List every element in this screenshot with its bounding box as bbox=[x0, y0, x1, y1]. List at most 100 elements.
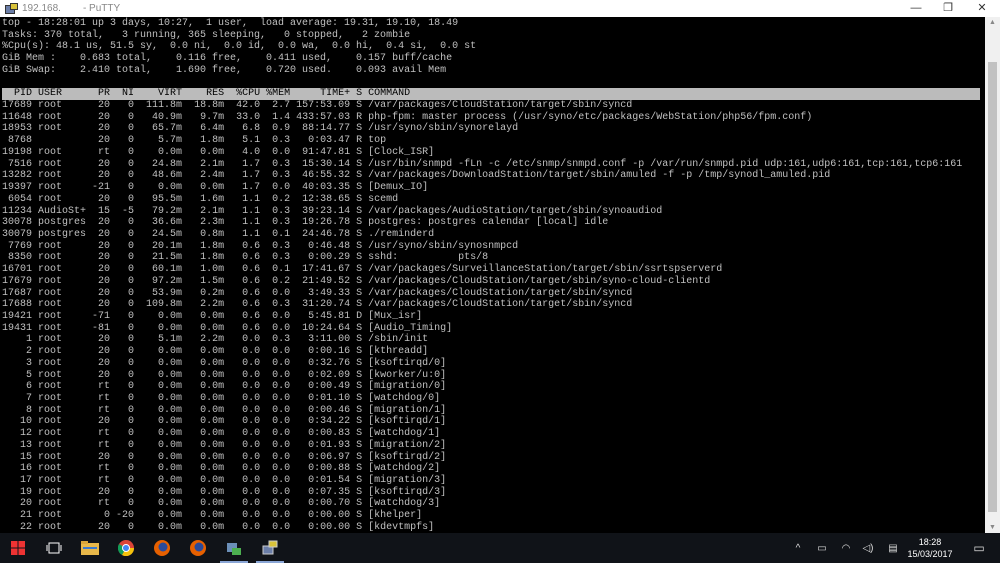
table-row[interactable]: 17687 root 20 0 53.9m 0.2m 0.6 0.0 3:49.… bbox=[2, 288, 985, 300]
table-row[interactable]: 15 root 20 0 0.0m 0.0m 0.0 0.0 0:06.97 S… bbox=[2, 452, 985, 464]
cell-ni: 0 bbox=[128, 123, 135, 135]
cell-s: S bbox=[356, 322, 363, 334]
table-row[interactable]: 6054 root 20 0 95.5m 1.6m 1.1 0.2 12:38.… bbox=[2, 194, 985, 206]
table-row[interactable]: 19431 root -81 0 0.0m 0.0m 0.6 0.0 10:24… bbox=[2, 323, 985, 335]
cell-time: 17:41.67 bbox=[302, 264, 351, 276]
table-row[interactable]: 21 root 0 -20 0.0m 0.0m 0.0 0.0 0:00.00 … bbox=[2, 510, 985, 522]
cell-user: root bbox=[38, 182, 63, 194]
table-row[interactable]: 13 root rt 0 0.0m 0.0m 0.0 0.0 0:01.93 S… bbox=[2, 440, 985, 452]
taskbar-chrome[interactable] bbox=[108, 533, 144, 563]
table-row[interactable]: 12 root rt 0 0.0m 0.0m 0.0 0.0 0:00.83 S… bbox=[2, 428, 985, 440]
cell-user: root bbox=[38, 264, 63, 276]
clock[interactable]: 18:28 15/03/2017 bbox=[905, 536, 955, 560]
table-row[interactable]: 17 root rt 0 0.0m 0.0m 0.0 0.0 0:01.54 S… bbox=[2, 475, 985, 487]
cell-virt: 21.5m bbox=[152, 252, 183, 264]
cell-virt: 0.0m bbox=[158, 451, 183, 463]
table-row[interactable]: 19 root 20 0 0.0m 0.0m 0.0 0.0 0:07.35 S… bbox=[2, 487, 985, 499]
terminal[interactable]: top - 18:28:01 up 3 days, 10:27, 1 user,… bbox=[0, 17, 985, 533]
cell-user: root bbox=[38, 100, 63, 112]
table-row[interactable]: 19397 root -21 0 0.0m 0.0m 1.7 0.0 40:03… bbox=[2, 182, 985, 194]
task-view-button[interactable] bbox=[36, 533, 72, 563]
table-row[interactable]: 5 root 20 0 0.0m 0.0m 0.0 0.0 0:02.09 S … bbox=[2, 370, 985, 382]
cell-mem: 0.3 bbox=[272, 205, 291, 217]
cell-pid: 16701 bbox=[2, 264, 33, 276]
table-row[interactable]: 8768 20 0 5.7m 1.8m 5.1 0.3 0:03.47 R to… bbox=[2, 135, 985, 147]
start-button[interactable] bbox=[0, 533, 36, 563]
taskbar-putty[interactable] bbox=[252, 533, 288, 563]
table-row[interactable]: 7516 root 20 0 24.8m 2.1m 1.7 0.3 15:30.… bbox=[2, 159, 985, 171]
cell-virt: 36.6m bbox=[152, 217, 183, 229]
close-button[interactable]: ✕ bbox=[966, 0, 998, 17]
cell-pid: 18953 bbox=[2, 123, 33, 135]
cell-command: [ksoftirqd/1] bbox=[368, 416, 447, 428]
cell-virt: 20.1m bbox=[152, 240, 183, 252]
table-row[interactable]: 8350 root 20 0 21.5m 1.8m 0.6 0.3 0:00.2… bbox=[2, 252, 985, 264]
table-row[interactable]: 7769 root 20 0 20.1m 1.8m 0.6 0.3 0:46.4… bbox=[2, 241, 985, 253]
table-row[interactable]: 11234 AudioSt+ 15 -5 79.2m 2.1m 1.1 0.3 … bbox=[2, 206, 985, 218]
table-row[interactable]: 7 root rt 0 0.0m 0.0m 0.0 0.0 0:01.10 S … bbox=[2, 393, 985, 405]
table-row[interactable]: 19198 root rt 0 0.0m 0.0m 4.0 0.0 91:47.… bbox=[2, 147, 985, 159]
table-row[interactable]: 3 root 20 0 0.0m 0.0m 0.0 0.0 0:32.76 S … bbox=[2, 358, 985, 370]
table-row[interactable]: 18953 root 20 0 65.7m 6.4m 6.8 0.9 88:14… bbox=[2, 123, 985, 135]
scrollbar-thumb[interactable] bbox=[988, 62, 997, 512]
notifications-icon[interactable]: ▭ bbox=[968, 533, 990, 563]
wifi-icon[interactable]: ◠ bbox=[838, 533, 854, 563]
tray-chevron-icon[interactable]: ^ bbox=[790, 533, 806, 563]
keyboard-icon[interactable]: ▤ bbox=[884, 533, 902, 563]
table-row[interactable]: 2 root 20 0 0.0m 0.0m 0.0 0.0 0:00.16 S … bbox=[2, 346, 985, 358]
table-row[interactable]: 13282 root 20 0 48.6m 2.4m 1.7 0.3 46:55… bbox=[2, 170, 985, 182]
cell-user: root bbox=[38, 428, 63, 440]
table-row[interactable]: 17689 root 20 0 111.8m 18.8m 42.0 2.7 15… bbox=[2, 100, 985, 112]
scroll-down-icon[interactable]: ▼ bbox=[985, 524, 1000, 531]
table-row[interactable]: 30079 postgres 20 0 24.5m 0.8m 1.1 0.1 2… bbox=[2, 229, 985, 241]
cell-cpu: 0.6 bbox=[242, 287, 261, 299]
cell-ni: -5 bbox=[122, 205, 135, 217]
table-row[interactable]: 16 root rt 0 0.0m 0.0m 0.0 0.0 0:00.88 S… bbox=[2, 463, 985, 475]
volume-icon[interactable]: ◁) bbox=[860, 533, 876, 563]
taskbar-network-tool[interactable] bbox=[216, 533, 252, 563]
taskbar-firefox[interactable] bbox=[144, 533, 180, 563]
cell-virt: 109.8m bbox=[146, 299, 183, 311]
cell-command: top bbox=[368, 135, 387, 147]
cell-pr: rt bbox=[98, 146, 111, 158]
table-row[interactable]: 20 root rt 0 0.0m 0.0m 0.0 0.0 0:00.70 S… bbox=[2, 498, 985, 510]
cell-command: [Mux_isr] bbox=[368, 310, 423, 322]
cell-pid: 11648 bbox=[2, 111, 33, 123]
table-row[interactable]: 16701 root 20 0 60.1m 1.0m 0.6 0.1 17:41… bbox=[2, 264, 985, 276]
table-row[interactable]: 8 root rt 0 0.0m 0.0m 0.0 0.0 0:00.46 S … bbox=[2, 405, 985, 417]
summary-line: GiB Mem : 0.683 total, 0.116 free, 0.411… bbox=[2, 53, 453, 65]
table-row[interactable]: 1 root 20 0 5.1m 2.2m 0.0 0.3 3:11.00 S … bbox=[2, 334, 985, 346]
cell-pr: rt bbox=[98, 439, 111, 451]
taskbar-file-explorer[interactable] bbox=[72, 533, 108, 563]
cell-ni: 0 bbox=[128, 428, 135, 440]
table-row[interactable]: 22 root 20 0 0.0m 0.0m 0.0 0.0 0:00.00 S… bbox=[2, 522, 985, 534]
cell-user: root bbox=[38, 287, 63, 299]
table-row[interactable]: 11648 root 20 0 40.9m 9.7m 33.0 1.4 433:… bbox=[2, 112, 985, 124]
cell-res: 0.0m bbox=[200, 416, 225, 428]
cell-pr: 20 bbox=[98, 264, 111, 276]
table-row[interactable]: 30078 postgres 20 0 36.6m 2.3m 1.1 0.3 1… bbox=[2, 217, 985, 229]
taskbar-firefox-2[interactable] bbox=[180, 533, 216, 563]
table-row[interactable]: 17679 root 20 0 97.2m 1.5m 0.6 0.2 21:49… bbox=[2, 276, 985, 288]
cell-virt: 24.8m bbox=[152, 158, 183, 170]
maximize-button[interactable]: ❐ bbox=[932, 0, 964, 17]
cell-res: 1.8m bbox=[200, 240, 225, 252]
battery-icon[interactable]: ▭ bbox=[814, 533, 830, 563]
scroll-up-icon[interactable]: ▲ bbox=[985, 19, 1000, 26]
title-bar: 192.168. - PuTTY — ❐ ✕ bbox=[0, 0, 1000, 17]
cell-virt: 5.7m bbox=[158, 135, 183, 147]
cell-res: 0.0m bbox=[200, 369, 225, 381]
cell-pid: 6 bbox=[25, 381, 32, 393]
table-row[interactable]: 17688 root 20 0 109.8m 2.2m 0.6 0.3 31:2… bbox=[2, 299, 985, 311]
table-row[interactable]: 19421 root -71 0 0.0m 0.0m 0.6 0.0 5:45.… bbox=[2, 311, 985, 323]
cell-ni: 0 bbox=[128, 463, 135, 475]
cell-ni: 0 bbox=[128, 275, 135, 287]
cell-res: 0.8m bbox=[200, 228, 225, 240]
cell-mem: 0.9 bbox=[272, 123, 291, 135]
scrollbar[interactable]: ▲ ▼ bbox=[985, 17, 1000, 533]
table-row[interactable]: 6 root rt 0 0.0m 0.0m 0.0 0.0 0:00.49 S … bbox=[2, 381, 985, 393]
minimize-button[interactable]: — bbox=[900, 0, 932, 17]
column-header: COMMAND bbox=[368, 88, 411, 100]
cell-virt: 0.0m bbox=[158, 475, 183, 487]
table-row[interactable]: 10 root 20 0 0.0m 0.0m 0.0 0.0 0:34.22 S… bbox=[2, 416, 985, 428]
